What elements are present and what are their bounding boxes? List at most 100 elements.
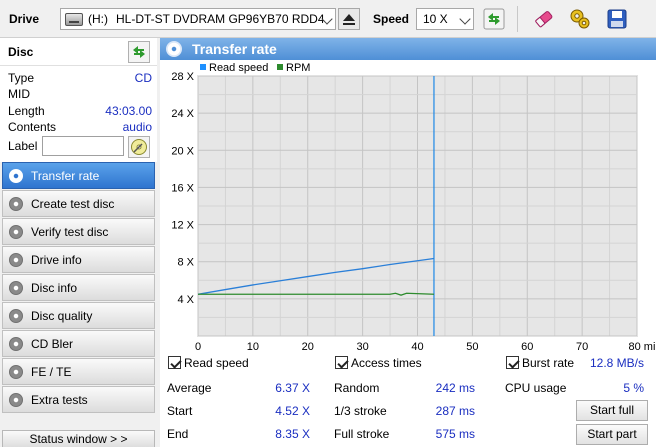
test-menu: Transfer rate Create test disc Verify te… — [0, 162, 157, 447]
type-value: CD — [134, 71, 152, 85]
drive-name: HL-DT-ST DVDRAM GP96YB70 RDD4 — [116, 12, 325, 26]
x-tick-label: 30 — [357, 341, 369, 350]
burst-rate-value: 12.8 MB/s — [589, 356, 644, 370]
read-speed-checkbox[interactable] — [168, 356, 181, 369]
menu-fe-te[interactable]: FE / TE — [2, 358, 155, 385]
speed-value: 10 X — [423, 12, 448, 26]
read-speed-label: Read speed — [184, 356, 249, 370]
status-window-button[interactable]: Status window > > — [2, 430, 155, 447]
menu-label: FE / TE — [31, 364, 72, 379]
x-tick-label: 60 — [521, 341, 533, 350]
y-tick-label: 4 X — [177, 294, 194, 306]
disc-refresh-button[interactable] — [128, 41, 150, 63]
menu-create-test-disc[interactable]: Create test disc — [2, 190, 155, 217]
label-edit-button[interactable] — [128, 136, 150, 158]
eraser-icon — [535, 11, 553, 28]
menu-drive-info[interactable]: Drive info — [2, 246, 155, 273]
menu-label: Transfer rate — [31, 168, 100, 183]
disc-icon — [9, 252, 23, 267]
chevron-down-icon — [459, 13, 471, 25]
menu-label: Disc quality — [31, 308, 93, 323]
eject-icon — [343, 13, 355, 25]
third-stroke-value: 287 ms — [435, 404, 475, 418]
average-label: Average — [167, 381, 212, 395]
random-value: 242 ms — [435, 381, 475, 395]
drive-select[interactable]: (H:) HL-DT-ST DVDRAM GP96YB70 RDD4 — [60, 8, 336, 30]
disc-icon — [9, 168, 23, 183]
cpu-usage-label: CPU usage — [505, 381, 567, 395]
length-label: Length — [8, 104, 45, 118]
legend-swatch — [277, 64, 283, 70]
menu-extra-tests[interactable]: Extra tests — [2, 386, 155, 413]
toolbar-separator — [517, 6, 518, 32]
disc-contents-row: Contents audio — [8, 120, 152, 136]
start-full-button[interactable]: Start full — [576, 400, 648, 421]
refresh-arrows-icon — [483, 8, 505, 30]
start-value: 4.52 X — [275, 404, 310, 418]
save-button[interactable] — [603, 5, 631, 33]
menu-label: Extra tests — [31, 392, 88, 407]
mid-label: MID — [8, 87, 30, 101]
average-value: 6.37 X — [275, 381, 310, 395]
disc-info: Type CD MID Length 43:03.00 Contents aud… — [0, 66, 157, 162]
panel-title: Transfer rate — [192, 41, 277, 57]
drive-letter: (H:) — [88, 12, 108, 26]
transfer-rate-chart: 4 X 8 X 12 X 16 X 20 X 24 X 28 X 0 10 20 30 40 50 60 7… — [160, 60, 656, 350]
access-times-checkbox[interactable] — [335, 356, 348, 369]
x-tick-label: 80 min — [628, 341, 656, 350]
drive-label: Drive — [9, 12, 40, 26]
menu-label: Create test disc — [31, 196, 115, 211]
menu-transfer-rate[interactable]: Transfer rate — [2, 162, 155, 189]
stats-panel: Read speed Access times Burst rate 12.8 … — [160, 350, 656, 447]
disc-icon — [9, 196, 23, 211]
erase-button[interactable] — [530, 5, 558, 33]
y-tick-label: 8 X — [177, 257, 194, 269]
chart-svg: 4 X 8 X 12 X 16 X 20 X 24 X 28 X 0 10 20 30 40 50 60 7… — [171, 62, 656, 350]
refresh-speed-button[interactable] — [480, 5, 508, 33]
disc-length-row: Length 43:03.00 — [8, 104, 152, 120]
drive-icon — [65, 12, 83, 26]
cpu-usage-value: 5 % — [623, 381, 644, 395]
contents-value: audio — [122, 120, 152, 134]
y-tick-label: 20 X — [171, 145, 194, 157]
gears-icon — [570, 9, 590, 29]
speed-select[interactable]: 10 X — [416, 8, 474, 30]
menu-label: CD Bler — [31, 336, 74, 351]
options-button[interactable] — [566, 5, 594, 33]
length-value: 43:03.00 — [105, 104, 152, 118]
legend-label: RPM — [286, 62, 310, 74]
disc-icon — [166, 41, 182, 57]
burst-rate-checkbox[interactable] — [506, 356, 519, 369]
toolbar: Drive (H:) HL-DT-ST DVDRAM GP96YB70 RDD4… — [0, 0, 656, 38]
legend-swatch — [200, 64, 206, 70]
disc-type-row: Type CD — [8, 71, 152, 87]
access-times-label: Access times — [351, 356, 422, 370]
menu-disc-quality[interactable]: Disc quality — [2, 302, 155, 329]
x-tick-label: 10 — [247, 341, 259, 350]
end-label: End — [167, 427, 189, 441]
menu-label: Verify test disc — [31, 224, 109, 239]
contents-label: Contents — [8, 120, 57, 134]
random-label: Random — [334, 381, 380, 395]
menu-cd-bler[interactable]: CD Bler — [2, 330, 155, 357]
y-tick-label: 28 X — [171, 71, 194, 83]
y-tick-label: 24 X — [171, 108, 194, 120]
menu-label: Disc info — [31, 280, 78, 295]
disc-icon — [9, 280, 23, 295]
menu-disc-info[interactable]: Disc info — [2, 274, 155, 301]
disc-icon — [9, 364, 23, 379]
burst-rate-label: Burst rate — [522, 356, 575, 370]
disc-mid-row: MID — [8, 87, 152, 103]
disc-title: Disc — [8, 45, 34, 59]
x-tick-label: 0 — [195, 341, 201, 350]
y-tick-label: 12 X — [171, 220, 194, 232]
end-value: 8.35 X — [275, 427, 310, 441]
disc-icon — [9, 336, 23, 351]
start-part-button[interactable]: Start part — [576, 424, 648, 445]
x-tick-label: 40 — [411, 341, 423, 350]
disc-pencil-icon — [131, 139, 147, 155]
label-input[interactable] — [42, 136, 124, 156]
eject-button[interactable] — [338, 8, 360, 30]
menu-verify-test-disc[interactable]: Verify test disc — [2, 218, 155, 245]
disc-header: Disc — [0, 38, 157, 66]
